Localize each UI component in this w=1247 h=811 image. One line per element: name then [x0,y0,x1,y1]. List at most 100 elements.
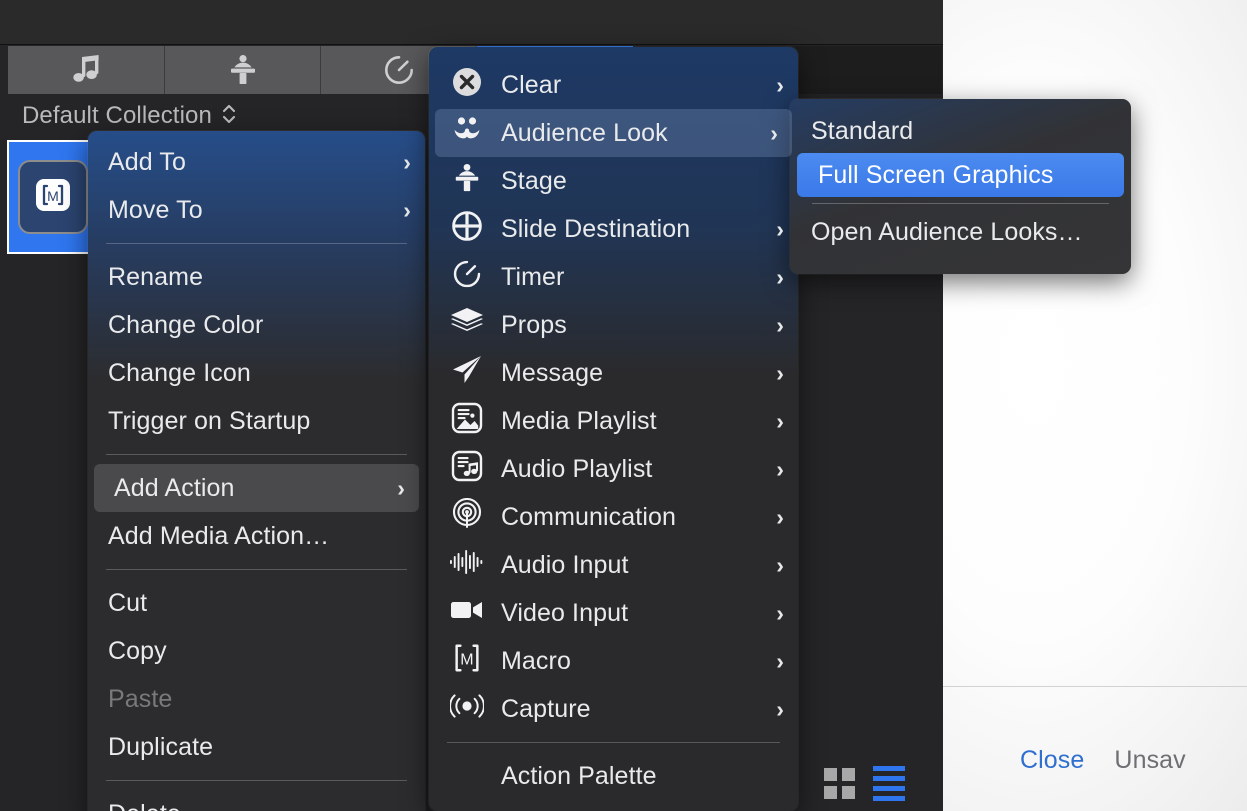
svg-text:M: M [47,188,59,204]
add-action-item[interactable]: Audio Input › [429,541,798,589]
add-action-item[interactable]: Video Input › [429,589,798,637]
add-action-item[interactable]: Timer › [429,253,798,301]
context-menu-item-label: Add Media Action… [108,521,330,550]
grid-view-toggle[interactable] [824,768,855,799]
context-menu-item[interactable]: Duplicate [88,723,425,771]
chevron-updown-icon [221,102,237,131]
add-action-item-label: Props [501,310,567,339]
add-action-item[interactable]: Capture › [429,685,798,733]
music-note-icon [69,55,103,85]
add-action-item[interactable]: Message › [429,349,798,397]
chevron-right-icon: › [770,119,778,146]
chevron-right-icon: › [776,551,784,578]
chevron-right-icon: › [776,215,784,242]
view-toggle-group [824,766,905,801]
add-action-item-label: Communication [501,502,676,531]
add-action-item-label: Message [501,358,604,387]
add-action-item-label: Audio Playlist [501,454,653,483]
timer-icon-slot [447,260,487,294]
unsaved-label: Unsav [1114,745,1186,774]
timer-icon [451,258,483,297]
context-menu-item[interactable]: Delete [88,790,425,811]
context-menu-item: Paste [88,675,425,723]
stage-tool-button[interactable] [165,46,321,94]
chevron-right-icon: › [776,647,784,674]
paper-plane-icon-slot [447,355,487,392]
chevron-right-icon: › [776,503,784,530]
panel-divider [942,686,1247,687]
context-menu: Add To › Move To › Rename Change Color Change … [88,131,425,811]
chevron-right-icon: › [776,599,784,626]
chevron-right-icon: › [776,455,784,482]
add-action-submenu: Clear › Audience Look › Stage Slide Destinati… [429,47,798,811]
paper-plane-icon [451,355,483,392]
audience-look-list: Standard Full Screen Graphics Open Audienc… [790,99,1131,254]
context-menu-item[interactable]: Add Action › [94,464,419,512]
slide-destination-icon [451,210,483,249]
menu-separator [447,742,780,743]
audience-look-submenu: Standard Full Screen Graphics Open Audienc… [790,99,1131,274]
add-action-item[interactable]: Clear › [429,61,798,109]
context-menu-item[interactable]: Add To › [88,138,425,186]
chevron-right-icon: › [776,359,784,386]
add-action-item[interactable]: Slide Destination › [429,205,798,253]
media-playlist-icon [451,402,483,441]
add-action-item[interactable]: Audio Playlist › [429,445,798,493]
context-menu-item[interactable]: Move To › [88,186,425,234]
context-menu-item[interactable]: Change Icon [88,349,425,397]
chevron-right-icon: › [776,71,784,98]
add-action-item-label: Capture [501,694,591,723]
context-menu-item-label: Rename [108,262,204,291]
icon-slot-empty [447,759,487,793]
audience-look-item[interactable]: Standard [790,109,1131,153]
context-menu-item[interactable]: Add Media Action… [88,512,425,560]
collection-name: Default Collection [22,102,212,129]
menu-separator [106,243,407,244]
waveform-icon [449,549,485,582]
macro-icon-slot: M [447,644,487,678]
add-action-item[interactable]: Media Playlist › [429,397,798,445]
waveform-icon-slot [447,548,487,582]
add-action-item[interactable]: Action Palette [429,752,798,800]
audience-look-item[interactable]: Full Screen Graphics [797,153,1124,197]
context-menu-item[interactable]: Rename [88,253,425,301]
add-action-item[interactable]: Props › [429,301,798,349]
video-camera-icon [450,599,484,628]
list-view-toggle[interactable] [873,766,905,801]
context-menu-item-label: Move To [108,195,203,224]
podium-icon-slot [447,162,487,201]
audience-look-item[interactable]: Open Audience Looks… [790,210,1131,254]
context-menu-item-label: Copy [108,636,167,665]
svg-text:M: M [460,651,473,668]
audience-look-icon [449,115,485,152]
add-action-item-label: Stage [501,166,567,195]
add-action-item[interactable]: Communication › [429,493,798,541]
macro-icon: M [30,174,76,221]
media-playlist-icon-slot [447,402,487,441]
podium-icon [227,54,259,86]
close-button[interactable]: Close [1020,746,1084,775]
context-menu-item-label: Add To [108,147,186,176]
audience-look-icon-slot [447,116,487,150]
context-menu-item[interactable]: Change Color [88,301,425,349]
add-action-item[interactable]: Audience Look › [435,109,792,157]
slide-destination-icon-slot [447,210,487,249]
timer-icon [382,53,416,87]
chevron-right-icon: › [776,407,784,434]
audience-look-item-label: Full Screen Graphics [818,160,1054,189]
context-menu-item[interactable]: Copy [88,627,425,675]
add-action-item-label: Media Playlist [501,406,657,435]
add-action-item[interactable]: M Macro › [429,637,798,685]
podium-icon [452,162,482,201]
capture-record-icon-slot [447,692,487,726]
add-action-item-label: Slide Destination [501,214,691,243]
clear-circle-x-icon-slot [447,67,487,102]
context-menu-item[interactable]: Cut [88,579,425,627]
context-menu-item[interactable]: Trigger on Startup [88,397,425,445]
add-action-item[interactable]: Stage [429,157,798,205]
audio-tool-button[interactable] [8,46,165,94]
context-menu-list: Add To › Move To › Rename Change Color Change … [88,131,425,811]
add-action-item-label: Video Input [501,598,629,627]
video-camera-icon-slot [447,596,487,630]
macro-list-item[interactable]: M [7,140,99,254]
